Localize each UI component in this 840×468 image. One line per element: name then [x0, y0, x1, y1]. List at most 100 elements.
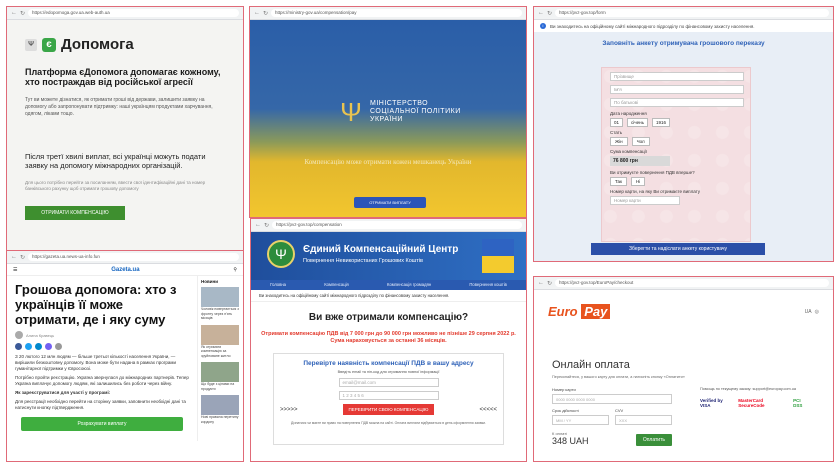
reload-icon[interactable]: ↻ — [20, 10, 25, 17]
cvv-input[interactable]: XXX — [615, 415, 672, 425]
back-icon[interactable]: ← — [538, 280, 544, 286]
payment-form: Номер карти 0000 0000 0000 0000 Срок дій… — [552, 387, 672, 446]
gender-male-button[interactable]: Чол — [631, 137, 650, 146]
main-nav: Головна Компенсація Компенсація громадян… — [251, 280, 526, 290]
sidebar-item[interactable]: Нові правила перетину кордону — [201, 395, 240, 424]
back-icon[interactable]: ← — [255, 222, 261, 228]
patronymic-input[interactable]: По батькові — [610, 98, 744, 107]
thumbnail — [201, 362, 239, 382]
back-icon[interactable]: ← — [11, 254, 17, 260]
back-icon[interactable]: ← — [538, 10, 544, 16]
year-select[interactable]: 1916 — [651, 118, 670, 127]
nav-item[interactable]: Компенсація — [324, 280, 349, 290]
page-title: Ви вже отримали компенсацію? — [308, 312, 469, 323]
viber-icon[interactable] — [45, 343, 52, 350]
reload-icon[interactable]: ↻ — [20, 254, 25, 261]
panel-compensation-center: ← ↻ https://pvz-gov.top/compensation Ψ Є… — [250, 218, 527, 462]
sidebar-item[interactable]: Що буде з цінами на продукти — [201, 362, 240, 391]
logo-word: Euro — [548, 304, 578, 319]
sidebar-caption: Як отримати компенсацію за зруйноване жи… — [201, 344, 231, 358]
submit-form-button[interactable]: Зберегти та надіслати анкету користувачу — [591, 243, 765, 255]
get-payment-button[interactable]: ОТРИМАТИ ВИПЛАТУ — [354, 197, 426, 208]
site-header: ☰ Gazeta.ua ⚲ — [7, 264, 243, 276]
reload-icon[interactable]: ↻ — [263, 10, 268, 17]
address-bar[interactable]: https://ministry-gov.ua/compensation/pay — [271, 9, 522, 17]
sidebar-caption: Що буде з цінами на продукти — [201, 382, 235, 391]
footer-note: Дізнатися чи маєте ви право на поверненн… — [291, 421, 486, 425]
link-icon[interactable] — [55, 343, 62, 350]
no-button[interactable]: Ні — [631, 177, 646, 186]
sum-label: Сума компенсації — [610, 149, 647, 154]
facebook-icon[interactable] — [15, 343, 22, 350]
calculate-payment-button[interactable]: Розрахувати виплату — [21, 417, 183, 431]
get-compensation-button[interactable]: ОТРИМАТИ КОМПЕНСАЦІЮ — [25, 206, 125, 220]
panel-ministry: ← ↻ https://ministry-gov.ua/compensation… — [249, 6, 527, 218]
address-bar[interactable]: https://pvz-gov.top/form — [555, 9, 829, 17]
address-bar[interactable]: https://edopomoga.gov.ua.web-auth.ua — [28, 9, 239, 17]
language-label: UA — [804, 308, 812, 315]
arrows-right: <<<<< — [479, 406, 497, 413]
surname-input[interactable]: Прізвище — [610, 72, 744, 81]
sidebar-item[interactable]: Як отримати компенсацію за зруйноване жи… — [201, 324, 240, 359]
cvv-label: CVV — [615, 408, 624, 413]
pay-button[interactable]: Оплатить — [635, 434, 672, 446]
pin-input[interactable]: 1 2 3 4 5 6 — [338, 391, 439, 400]
reload-icon[interactable]: ↻ — [264, 222, 269, 229]
day-select[interactable]: 01 — [610, 118, 624, 127]
card-label: Номер карти, на яку Ви отримаєте виплату — [610, 189, 700, 194]
twitter-icon[interactable] — [25, 343, 32, 350]
browser-chrome: ← ↻ https://pvz-gov.top/form — [534, 7, 833, 20]
pci-badge: PCI DSS — [793, 398, 803, 408]
nav-item[interactable]: Головна — [270, 280, 286, 290]
help-block: Помощь по текущему заказу: support@europ… — [700, 387, 810, 408]
menu-icon[interactable]: ☰ — [13, 267, 17, 273]
sidebar-title: Новини — [201, 279, 219, 284]
address-bar[interactable]: https://pvz-gov.top/compensation — [272, 221, 522, 229]
search-icon[interactable]: ⚲ — [233, 267, 237, 273]
trident-icon: Ψ — [25, 38, 37, 51]
site-logo[interactable]: Gazeta.ua — [111, 267, 139, 273]
payment-note: Переконайтеся, у вашого карту для оплати… — [552, 375, 685, 379]
share-buttons — [15, 343, 189, 350]
reload-icon[interactable]: ↻ — [547, 10, 552, 17]
nav-item[interactable]: Повернення коштів — [469, 280, 507, 290]
sidebar: Новини Чоловік повертається з фронту чер… — [197, 276, 243, 441]
telegram-icon[interactable] — [35, 343, 42, 350]
reload-icon[interactable]: ↻ — [547, 280, 552, 287]
paragraph: Для реєстрації необхідно перейти на стор… — [15, 399, 186, 410]
address-bar[interactable]: https://pvz-gov.top/EuroPay/checkout — [555, 279, 829, 287]
card-number-input[interactable]: 0000 0000 0000 0000 — [552, 394, 672, 404]
nav-item[interactable]: Компенсація громадян — [387, 280, 431, 290]
name-input[interactable]: Ім'я — [610, 85, 744, 94]
email-input[interactable]: email@mail.com — [338, 378, 439, 387]
month-select[interactable]: січень — [627, 118, 648, 127]
ministry-line: МІНІСТЕРСТВО — [370, 100, 429, 107]
sidebar-caption: Чоловік повертається з фронту через п'ят… — [201, 307, 239, 320]
back-icon[interactable]: ← — [11, 10, 17, 16]
europay-logo: Euro Pay — [548, 304, 611, 319]
back-icon[interactable]: ← — [254, 10, 260, 16]
gender-female-button[interactable]: Жін — [610, 137, 628, 146]
panel-edopomoga: ← ↻ https://edopomoga.gov.ua.web-auth.ua… — [6, 6, 244, 261]
sum-value: 76 800 грн — [610, 156, 670, 166]
amount-value: 348 UAH — [552, 436, 589, 446]
ministry-line: УКРАЇНИ — [370, 116, 403, 123]
expiry-label: Срок дійсності — [552, 408, 579, 413]
help-text: Помощь по текущему заказу: support@europ… — [700, 387, 796, 391]
avatar — [15, 331, 23, 339]
expiry-input[interactable]: MM / YY — [552, 415, 609, 425]
mastercard-badge: MasterCard SecureCode — [738, 398, 765, 408]
language-switch[interactable]: UA ◎ — [805, 309, 819, 315]
check-compensation-button[interactable]: ПЕРЕВІРИТИ СВОЮ КОМПЕНСАЦІЮ — [342, 404, 435, 415]
sidebar-item[interactable]: Чоловік повертається з фронту через п'ят… — [201, 287, 240, 321]
browser-chrome: ← ↻ https://edopomoga.gov.ua.web-auth.ua — [7, 7, 243, 20]
card-number-input[interactable]: Номер карти — [610, 196, 680, 205]
page-title: Онлайн оплата — [552, 359, 630, 371]
yes-button[interactable]: Так — [610, 177, 628, 186]
recipient-form: Прізвище Ім'я По батькові Дата народженн… — [601, 67, 751, 242]
official-notice: i Ви знаходитесь на офіційному сайті між… — [534, 20, 833, 32]
address-bar[interactable]: https://gazeta.ua.news-ua-info.fun — [28, 253, 239, 261]
globe-icon: ◎ — [814, 308, 819, 315]
logo-mark-icon: є — [42, 37, 56, 52]
card-label: Номер карти — [552, 387, 576, 392]
